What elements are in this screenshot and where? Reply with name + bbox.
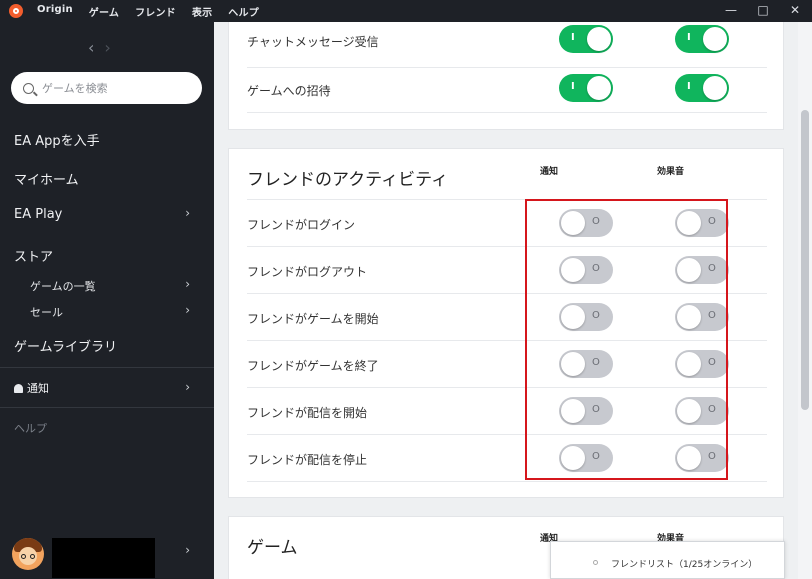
highlight-box — [525, 199, 728, 480]
chevron-right-icon[interactable]: › — [185, 543, 190, 557]
settings-row: チャットメッセージ受信 I I — [247, 22, 767, 68]
chevron-right-icon[interactable]: › — [185, 303, 190, 317]
row-label: フレンドがログイン — [247, 218, 356, 232]
menu-view[interactable]: 表示 — [192, 4, 212, 19]
forward-arrow-icon[interactable]: › — [104, 38, 120, 57]
divider — [0, 407, 214, 408]
sidebar-item-ea-app[interactable]: EA Appを入手 — [14, 130, 100, 149]
row-label: フレンドが配信を停止 — [247, 453, 368, 467]
search-icon — [23, 82, 34, 94]
row-label: フレンドがゲームを終了 — [247, 359, 379, 373]
menu-origin[interactable]: Origin — [37, 4, 73, 19]
sidebar-item-store[interactable]: ストア — [14, 246, 53, 265]
chevron-right-icon[interactable]: › — [185, 380, 190, 394]
divider — [0, 367, 214, 368]
bell-icon — [14, 384, 23, 393]
chat-settings-card: チャットメッセージ受信 I I ゲームへの招待 I I — [228, 22, 784, 130]
sound-toggle[interactable]: I — [675, 74, 729, 102]
notify-toggle[interactable]: I — [559, 25, 613, 53]
redacted-username — [52, 538, 155, 578]
search-input[interactable]: ゲームを検索 — [11, 72, 202, 104]
search-placeholder: ゲームを検索 — [42, 82, 108, 95]
notifications-label: 通知 — [27, 382, 49, 395]
sidebar: ‹› ゲームを検索 EA Appを入手 マイホーム EA Play › ストア … — [0, 22, 214, 579]
sidebar-item-browse-games[interactable]: ゲームの一覧 — [30, 278, 96, 294]
sidebar-item-library[interactable]: ゲームライブラリ — [14, 336, 117, 355]
status-dot-icon — [593, 560, 598, 565]
back-arrow-icon[interactable]: ‹ — [88, 38, 104, 57]
column-notify: 通知 — [540, 167, 559, 177]
settings-content: チャットメッセージ受信 I I ゲームへの招待 I I フレンドのアクティビティ… — [214, 22, 798, 579]
origin-logo-icon[interactable] — [9, 4, 23, 18]
avatar[interactable] — [12, 538, 44, 570]
history-nav: ‹› — [88, 38, 121, 57]
sound-toggle[interactable]: I — [675, 25, 729, 53]
row-label: フレンドが配信を開始 — [247, 406, 368, 420]
friends-list-label: フレンドリスト（1/25オンライン） — [611, 560, 758, 570]
menu-game[interactable]: ゲーム — [89, 4, 119, 19]
scrollbar-thumb[interactable] — [801, 110, 809, 410]
section-title: ゲーム — [247, 538, 298, 558]
row-label: フレンドがログアウト — [247, 265, 368, 279]
notify-toggle[interactable]: I — [559, 74, 613, 102]
close-button[interactable]: ✕ — [788, 3, 802, 17]
row-label: チャットメッセージ受信 — [247, 35, 379, 49]
section-title: フレンドのアクティビティ — [247, 170, 449, 190]
sidebar-item-my-home[interactable]: マイホーム — [14, 169, 79, 188]
column-sound: 効果音 — [657, 167, 685, 177]
sidebar-item-help[interactable]: ヘルプ — [14, 420, 47, 436]
row-label: ゲームへの招待 — [247, 84, 331, 98]
sidebar-item-ea-play[interactable]: EA Play — [14, 207, 62, 222]
menu-bar: Origin ゲーム フレンド 表示 ヘルプ — [37, 4, 275, 19]
title-bar: Origin ゲーム フレンド 表示 ヘルプ — □ ✕ — [0, 0, 812, 22]
chevron-right-icon[interactable]: › — [185, 277, 190, 291]
minimize-button[interactable]: — — [724, 3, 738, 17]
scrollbar[interactable] — [798, 22, 812, 579]
menu-friends[interactable]: フレンド — [135, 4, 176, 19]
chevron-right-icon[interactable]: › — [185, 206, 190, 220]
menu-help[interactable]: ヘルプ — [228, 4, 259, 19]
friends-list-bar[interactable]: フレンドリスト（1/25オンライン） — [550, 541, 785, 579]
sidebar-item-sale[interactable]: セール — [30, 304, 63, 320]
row-label: フレンドがゲームを開始 — [247, 312, 379, 326]
maximize-button[interactable]: □ — [756, 3, 770, 17]
settings-row: ゲームへの招待 I I — [247, 66, 767, 113]
sidebar-item-notifications[interactable]: 通知 — [14, 380, 49, 396]
